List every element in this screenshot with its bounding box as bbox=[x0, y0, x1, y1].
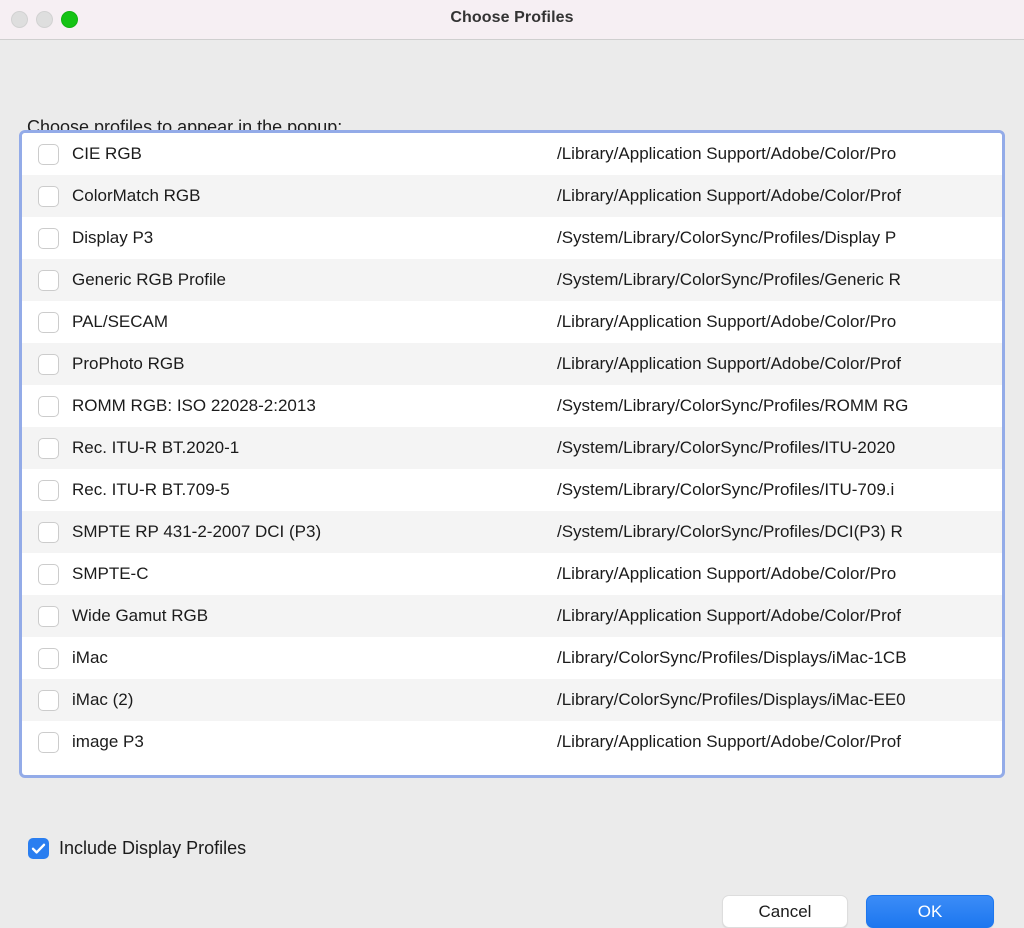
profile-path: /Library/ColorSync/Profiles/Displays/iMa… bbox=[557, 690, 906, 709]
profiles-list-scroll[interactable]: CIE RGB/Library/Application Support/Adob… bbox=[22, 133, 1002, 775]
profile-name: ProPhoto RGB bbox=[72, 354, 185, 373]
profile-checkbox[interactable] bbox=[37, 227, 59, 249]
profile-name: ColorMatch RGB bbox=[72, 186, 201, 205]
profile-row[interactable]: iMac/Library/ColorSync/Profiles/Displays… bbox=[22, 637, 1002, 679]
profile-name: PAL/SECAM bbox=[72, 312, 169, 331]
profile-checkbox[interactable] bbox=[37, 143, 59, 165]
profile-name: ROMM RGB: ISO 22028-2:2013 bbox=[72, 396, 316, 415]
profile-path: /Library/Application Support/Adobe/Color… bbox=[557, 732, 901, 751]
profile-checkbox[interactable] bbox=[37, 689, 59, 711]
profile-row[interactable]: Wide Gamut RGB/Library/Application Suppo… bbox=[22, 595, 1002, 637]
profile-path: /Library/Application Support/Adobe/Color… bbox=[557, 564, 897, 583]
profile-path: /Library/Application Support/Adobe/Color… bbox=[557, 606, 901, 625]
profile-row[interactable]: image P3/Library/Application Support/Ado… bbox=[22, 721, 1002, 763]
profile-row-checkbox-cell[interactable] bbox=[22, 563, 72, 585]
profile-path: /Library/ColorSync/Profiles/Displays/iMa… bbox=[557, 648, 907, 667]
profile-row-checkbox-cell[interactable] bbox=[22, 731, 72, 753]
profile-path: /Library/Application Support/Adobe/Color… bbox=[557, 144, 897, 163]
profile-name: image P3 bbox=[72, 732, 144, 751]
profiles-list[interactable]: CIE RGB/Library/Application Support/Adob… bbox=[19, 130, 1005, 778]
profile-row[interactable]: PAL/SECAM/Library/Application Support/Ad… bbox=[22, 301, 1002, 343]
profile-row[interactable]: SMPTE RP 431-2-2007 DCI (P3) /System/Libr… bbox=[22, 511, 1002, 553]
profile-path: /System/Library/ColorSync/Profiles/ITU-7… bbox=[557, 480, 895, 499]
profile-name: iMac (2) bbox=[72, 690, 134, 709]
profile-name: SMPTE RP 431-2-2007 DCI (P3) bbox=[72, 522, 322, 541]
profile-row[interactable]: iMac (2) /Library/ColorSync/Profiles/Disp… bbox=[22, 679, 1002, 721]
profile-checkbox[interactable] bbox=[37, 605, 59, 627]
profile-name: CIE RGB bbox=[72, 144, 142, 163]
profile-row[interactable]: ColorMatch RGB/Library/Application Suppo… bbox=[22, 175, 1002, 217]
profile-path: /System/Library/ColorSync/Profiles/Gener… bbox=[557, 270, 901, 289]
profile-row-checkbox-cell[interactable] bbox=[22, 185, 72, 207]
profile-row-checkbox-cell[interactable] bbox=[22, 521, 72, 543]
profile-row[interactable]: SMPTE-C/Library/Application Support/Adob… bbox=[22, 553, 1002, 595]
profile-checkbox[interactable] bbox=[37, 479, 59, 501]
window-titlebar: Choose Profiles bbox=[0, 0, 1024, 40]
profile-path: /System/Library/ColorSync/Profiles/ROMM … bbox=[557, 396, 909, 415]
dialog-button-bar: Cancel OK bbox=[722, 895, 994, 928]
profile-path: /Library/Application Support/Adobe/Color… bbox=[557, 312, 897, 331]
profile-name: SMPTE-C bbox=[72, 564, 149, 583]
window-title: Choose Profiles bbox=[450, 9, 574, 26]
profile-name: iMac bbox=[72, 648, 108, 667]
profile-path: /Library/Application Support/Adobe/Color… bbox=[557, 186, 901, 205]
profile-checkbox[interactable] bbox=[37, 395, 59, 417]
ok-button[interactable]: OK bbox=[866, 895, 994, 928]
profile-name: Wide Gamut RGB bbox=[72, 606, 209, 625]
include-display-profiles-row[interactable]: Include Display Profiles bbox=[28, 838, 246, 859]
profile-checkbox[interactable] bbox=[37, 731, 59, 753]
profile-row-checkbox-cell[interactable] bbox=[22, 143, 72, 165]
profile-checkbox[interactable] bbox=[37, 311, 59, 333]
choose-profiles-window: Choose Profiles Choose profiles to appea… bbox=[0, 0, 1024, 928]
profile-row[interactable]: CIE RGB/Library/Application Support/Adob… bbox=[22, 133, 1002, 175]
include-display-profiles-label: Include Display Profiles bbox=[59, 838, 247, 858]
profile-checkbox[interactable] bbox=[37, 521, 59, 543]
profile-path: /Library/Application Support/Adobe/Color… bbox=[557, 354, 901, 373]
profile-row-checkbox-cell[interactable] bbox=[22, 227, 72, 249]
profile-checkbox[interactable] bbox=[37, 269, 59, 291]
profile-row-checkbox-cell[interactable] bbox=[22, 605, 72, 627]
profile-name: Generic RGB Profile bbox=[72, 270, 226, 289]
profile-checkbox[interactable] bbox=[37, 563, 59, 585]
profile-name: Rec. ITU-R BT.709-5 bbox=[72, 480, 230, 499]
profile-path: /System/Library/ColorSync/Profiles/ITU-2… bbox=[557, 438, 896, 457]
profile-row-checkbox-cell[interactable] bbox=[22, 479, 72, 501]
profile-row[interactable]: ProPhoto RGB/Library/Application Support… bbox=[22, 343, 1002, 385]
profile-row[interactable]: Display P3/System/Library/ColorSync/Prof… bbox=[22, 217, 1002, 259]
profile-row-checkbox-cell[interactable] bbox=[22, 269, 72, 291]
profile-checkbox[interactable] bbox=[37, 185, 59, 207]
profile-name: Rec. ITU-R BT.2020-1 bbox=[72, 438, 240, 457]
profile-row[interactable]: ROMM RGB: ISO 22028-2:2013/System/Librar… bbox=[22, 385, 1002, 427]
profile-checkbox[interactable] bbox=[37, 437, 59, 459]
profile-row[interactable]: Generic RGB Profile/System/Library/Color… bbox=[22, 259, 1002, 301]
profile-row-checkbox-cell[interactable] bbox=[22, 395, 72, 417]
profile-path: /System/Library/ColorSync/Profiles/Displ… bbox=[557, 228, 897, 247]
dialog-content: Choose profiles to appear in the popup: … bbox=[0, 40, 1024, 928]
profile-row-checkbox-cell[interactable] bbox=[22, 689, 72, 711]
profile-row-checkbox-cell[interactable] bbox=[22, 647, 72, 669]
cancel-button[interactable]: Cancel bbox=[722, 895, 848, 928]
include-display-profiles-checkbox[interactable] bbox=[28, 838, 49, 859]
profile-row[interactable]: Rec. ITU-R BT.709-5/System/Library/Color… bbox=[22, 469, 1002, 511]
profile-row-checkbox-cell[interactable] bbox=[22, 311, 72, 333]
profile-row-checkbox-cell[interactable] bbox=[22, 437, 72, 459]
profile-checkbox[interactable] bbox=[37, 647, 59, 669]
profile-row-checkbox-cell[interactable] bbox=[22, 353, 72, 375]
profile-checkbox[interactable] bbox=[37, 353, 59, 375]
profile-path: /System/Library/ColorSync/Profiles/DCI(P… bbox=[557, 522, 903, 541]
profile-row[interactable]: Rec. ITU-R BT.2020-1/System/Library/Colo… bbox=[22, 427, 1002, 469]
profile-name: Display P3 bbox=[72, 228, 154, 247]
